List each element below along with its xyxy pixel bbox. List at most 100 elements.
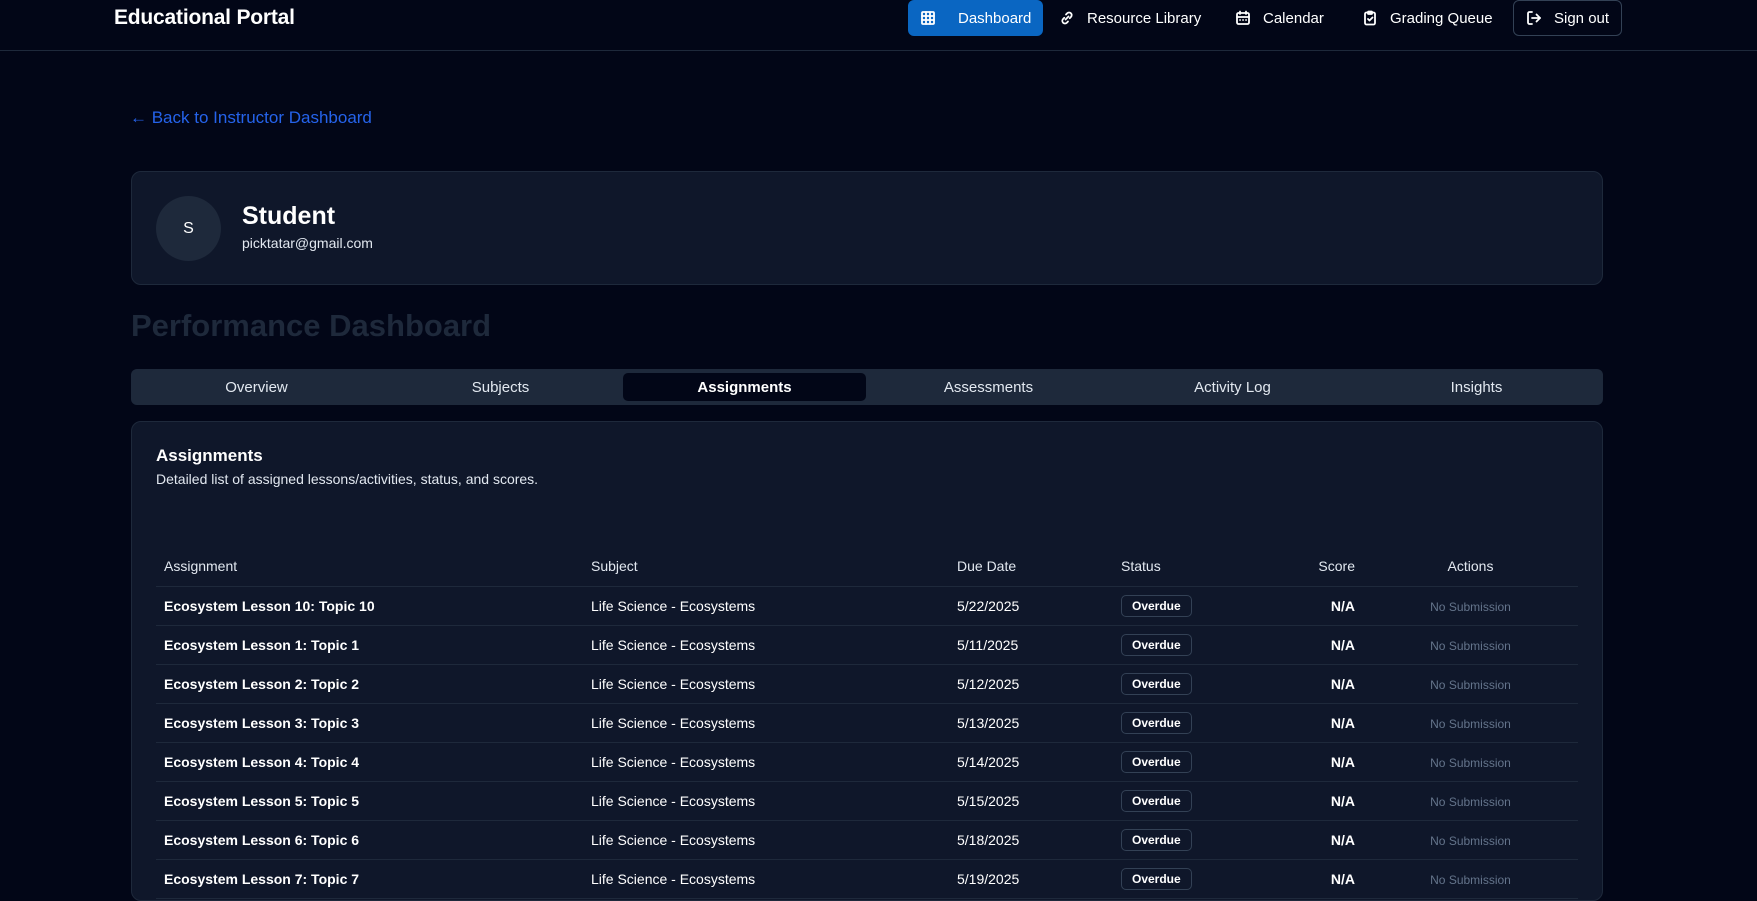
- status-cell: Overdue: [1113, 820, 1253, 860]
- actions-cell: No Submission: [1363, 703, 1578, 743]
- actions-cell: No Submission: [1363, 625, 1578, 665]
- status-cell: Overdue: [1113, 625, 1253, 665]
- table-row: Ecosystem Lesson 7: Topic 7 Life Science…: [156, 859, 1578, 899]
- page-title: Performance Dashboard: [131, 308, 492, 343]
- student-email: picktatar@gmail.com: [242, 235, 373, 251]
- assignment-due-date: 5/13/2025: [949, 703, 1113, 743]
- nav-dashboard-label: Dashboard: [958, 9, 1032, 27]
- assignment-subject: Life Science - Ecosystems: [583, 820, 949, 860]
- table-row: Ecosystem Lesson 10: Topic 10 Life Scien…: [156, 586, 1578, 626]
- status-cell: Overdue: [1113, 781, 1253, 821]
- tab-assessments[interactable]: Assessments: [867, 373, 1110, 401]
- no-submission-label: No Submission: [1430, 794, 1511, 809]
- table-row: Ecosystem Lesson 5: Topic 5 Life Science…: [156, 781, 1578, 821]
- sign-out-label: Sign out: [1554, 9, 1610, 27]
- no-submission-label: No Submission: [1430, 716, 1511, 731]
- assignment-subject: Life Science - Ecosystems: [583, 664, 949, 704]
- nav-dashboard[interactable]: Dashboard: [908, 0, 1044, 36]
- status-badge: Overdue: [1121, 750, 1192, 773]
- column-header-due-date: Due Date: [949, 547, 1113, 587]
- back-to-instructor-dashboard-link[interactable]: ← Back to Instructor Dashboard: [130, 108, 372, 128]
- column-header-subject: Subject: [583, 547, 949, 587]
- assignment-due-date: 5/12/2025: [949, 664, 1113, 704]
- column-header-actions: Actions: [1363, 547, 1578, 587]
- nav-calendar[interactable]: Calendar: [1223, 0, 1336, 36]
- assignment-score: N/A: [1253, 664, 1363, 704]
- no-submission-label: No Submission: [1430, 599, 1511, 614]
- assignment-name: Ecosystem Lesson 6: Topic 6: [156, 820, 583, 860]
- assignment-name: Ecosystem Lesson 1: Topic 1: [156, 625, 583, 665]
- assignment-subject: Life Science - Ecosystems: [583, 859, 949, 899]
- status-cell: Overdue: [1113, 859, 1253, 899]
- actions-cell: No Submission: [1363, 781, 1578, 821]
- assignment-score: N/A: [1253, 586, 1363, 626]
- column-header-status: Status: [1113, 547, 1253, 587]
- assignments-table: Assignment Subject Due Date Status Score…: [156, 547, 1578, 899]
- assignment-name: Ecosystem Lesson 4: Topic 4: [156, 742, 583, 782]
- status-badge: Overdue: [1121, 633, 1192, 656]
- calendar-icon: [1236, 10, 1250, 25]
- assignment-due-date: 5/22/2025: [949, 586, 1113, 626]
- no-submission-label: No Submission: [1430, 638, 1511, 653]
- assignment-due-date: 5/18/2025: [949, 820, 1113, 860]
- sign-out-icon: [1527, 11, 1541, 25]
- assignment-score: N/A: [1253, 625, 1363, 665]
- assignment-due-date: 5/11/2025: [949, 625, 1113, 665]
- actions-cell: No Submission: [1363, 820, 1578, 860]
- nav-calendar-label: Calendar: [1263, 9, 1324, 27]
- student-profile-card: S Student picktatar@gmail.com: [131, 171, 1603, 285]
- assignment-subject: Life Science - Ecosystems: [583, 781, 949, 821]
- status-badge: Overdue: [1121, 672, 1192, 695]
- actions-cell: No Submission: [1363, 742, 1578, 782]
- column-header-assignment: Assignment: [156, 547, 583, 587]
- column-header-score: Score: [1253, 547, 1363, 587]
- grid-icon: [921, 11, 935, 25]
- assignments-description: Detailed list of assigned lessons/activi…: [156, 471, 539, 487]
- actions-cell: No Submission: [1363, 859, 1578, 899]
- no-submission-label: No Submission: [1430, 872, 1511, 887]
- sign-out-button[interactable]: Sign out: [1513, 0, 1623, 36]
- assignment-due-date: 5/14/2025: [949, 742, 1113, 782]
- tab-insights[interactable]: Insights: [1355, 373, 1598, 401]
- tab-overview[interactable]: Overview: [135, 373, 378, 401]
- status-badge: Overdue: [1121, 594, 1192, 617]
- assignment-due-date: 5/15/2025: [949, 781, 1113, 821]
- no-submission-label: No Submission: [1430, 755, 1511, 770]
- nav-grading-queue[interactable]: Grading Queue: [1350, 0, 1505, 36]
- dashboard-tabs: Overview Subjects Assignments Assessment…: [131, 369, 1603, 405]
- assignment-score: N/A: [1253, 820, 1363, 860]
- link-icon: [1061, 11, 1073, 25]
- assignment-score: N/A: [1253, 742, 1363, 782]
- top-nav-bar: Educational Portal Dashboard Resource Li…: [0, 0, 1757, 51]
- assignment-subject: Life Science - Ecosystems: [583, 625, 949, 665]
- nav-grading-queue-label: Grading Queue: [1390, 9, 1493, 27]
- nav-resource-library-label: Resource Library: [1087, 9, 1202, 27]
- tab-assignments[interactable]: Assignments: [623, 373, 866, 401]
- assignment-name: Ecosystem Lesson 5: Topic 5: [156, 781, 583, 821]
- assignment-score: N/A: [1253, 859, 1363, 899]
- status-cell: Overdue: [1113, 586, 1253, 626]
- app-title: Educational Portal: [114, 6, 295, 29]
- assignment-score: N/A: [1253, 781, 1363, 821]
- status-cell: Overdue: [1113, 664, 1253, 704]
- assignment-name: Ecosystem Lesson 7: Topic 7: [156, 859, 583, 899]
- table-row: Ecosystem Lesson 2: Topic 2 Life Science…: [156, 664, 1578, 704]
- assignment-name: Ecosystem Lesson 2: Topic 2: [156, 664, 583, 704]
- status-badge: Overdue: [1121, 828, 1192, 851]
- no-submission-label: No Submission: [1430, 677, 1511, 692]
- nav-resource-library[interactable]: Resource Library: [1047, 0, 1213, 36]
- status-badge: Overdue: [1121, 867, 1192, 890]
- avatar: S: [156, 196, 221, 261]
- status-cell: Overdue: [1113, 742, 1253, 782]
- table-row: Ecosystem Lesson 4: Topic 4 Life Science…: [156, 742, 1578, 782]
- actions-cell: No Submission: [1363, 664, 1578, 704]
- assignment-due-date: 5/19/2025: [949, 859, 1113, 899]
- tab-activity-log[interactable]: Activity Log: [1111, 373, 1354, 401]
- assignments-title: Assignments: [156, 446, 263, 465]
- table-header-row: Assignment Subject Due Date Status Score…: [156, 547, 1578, 587]
- assignments-card: Assignments Detailed list of assigned le…: [131, 421, 1603, 901]
- actions-cell: No Submission: [1363, 586, 1578, 626]
- no-submission-label: No Submission: [1430, 833, 1511, 848]
- tab-subjects[interactable]: Subjects: [379, 373, 622, 401]
- assignment-subject: Life Science - Ecosystems: [583, 742, 949, 782]
